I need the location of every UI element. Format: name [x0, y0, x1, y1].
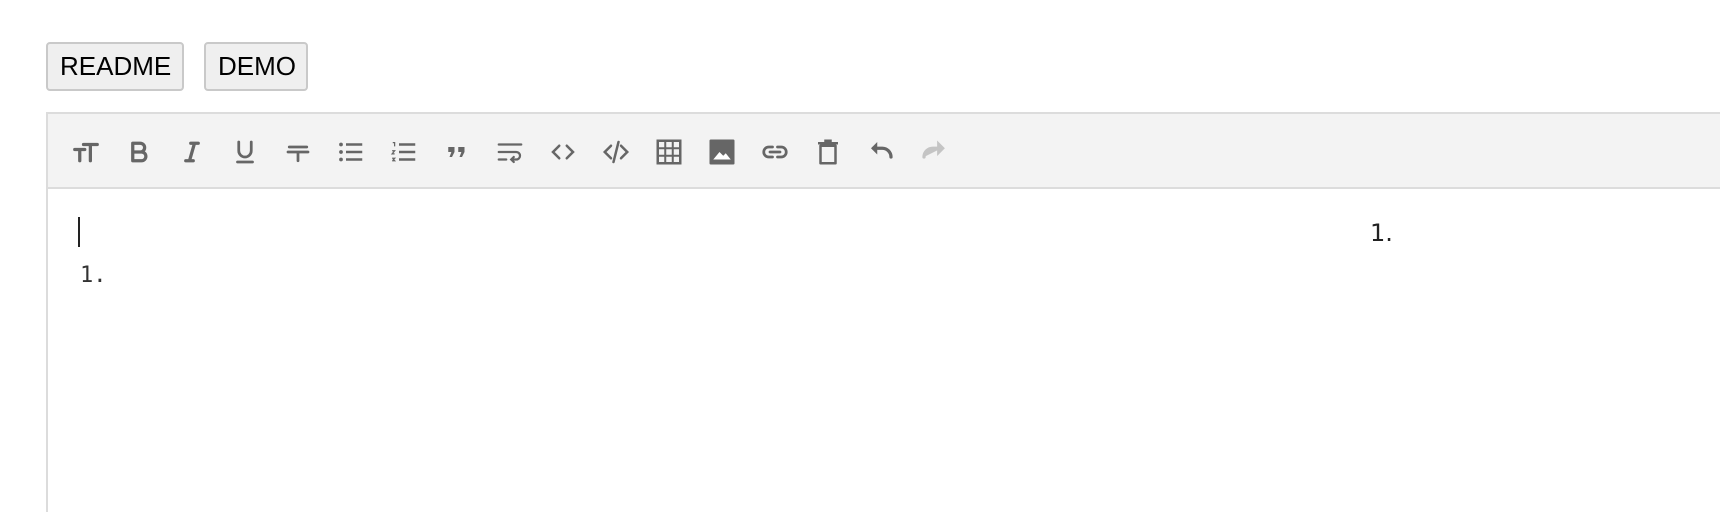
text-size-icon[interactable] [70, 136, 102, 168]
markdown-editor: 1. 1. [46, 112, 1720, 512]
preview-list-marker: 1. [1370, 219, 1393, 247]
underline-icon[interactable] [229, 136, 261, 168]
wrap-icon[interactable] [494, 136, 526, 168]
strikethrough-icon[interactable] [282, 136, 314, 168]
bullet-list-icon[interactable] [335, 136, 367, 168]
table-icon[interactable] [653, 136, 685, 168]
markdown-input-area[interactable]: 1. [48, 189, 1348, 512]
bold-icon[interactable] [123, 136, 155, 168]
clear-icon[interactable] [812, 136, 844, 168]
demo-button[interactable]: DEMO [204, 42, 308, 91]
inline-code-icon[interactable] [547, 136, 579, 168]
image-icon[interactable] [706, 136, 738, 168]
readme-button[interactable]: README [46, 42, 184, 91]
markdown-text-line: 1. [80, 263, 107, 288]
italic-icon[interactable] [176, 136, 208, 168]
blockquote-icon[interactable] [441, 136, 473, 168]
undo-icon[interactable] [865, 136, 897, 168]
editor-toolbar [48, 114, 1720, 189]
link-icon[interactable] [759, 136, 791, 168]
text-cursor [78, 217, 80, 247]
numbered-list-icon[interactable] [388, 136, 420, 168]
redo-icon [918, 136, 950, 168]
code-block-icon[interactable] [600, 136, 632, 168]
preview-pane: 1. [1348, 189, 1720, 512]
